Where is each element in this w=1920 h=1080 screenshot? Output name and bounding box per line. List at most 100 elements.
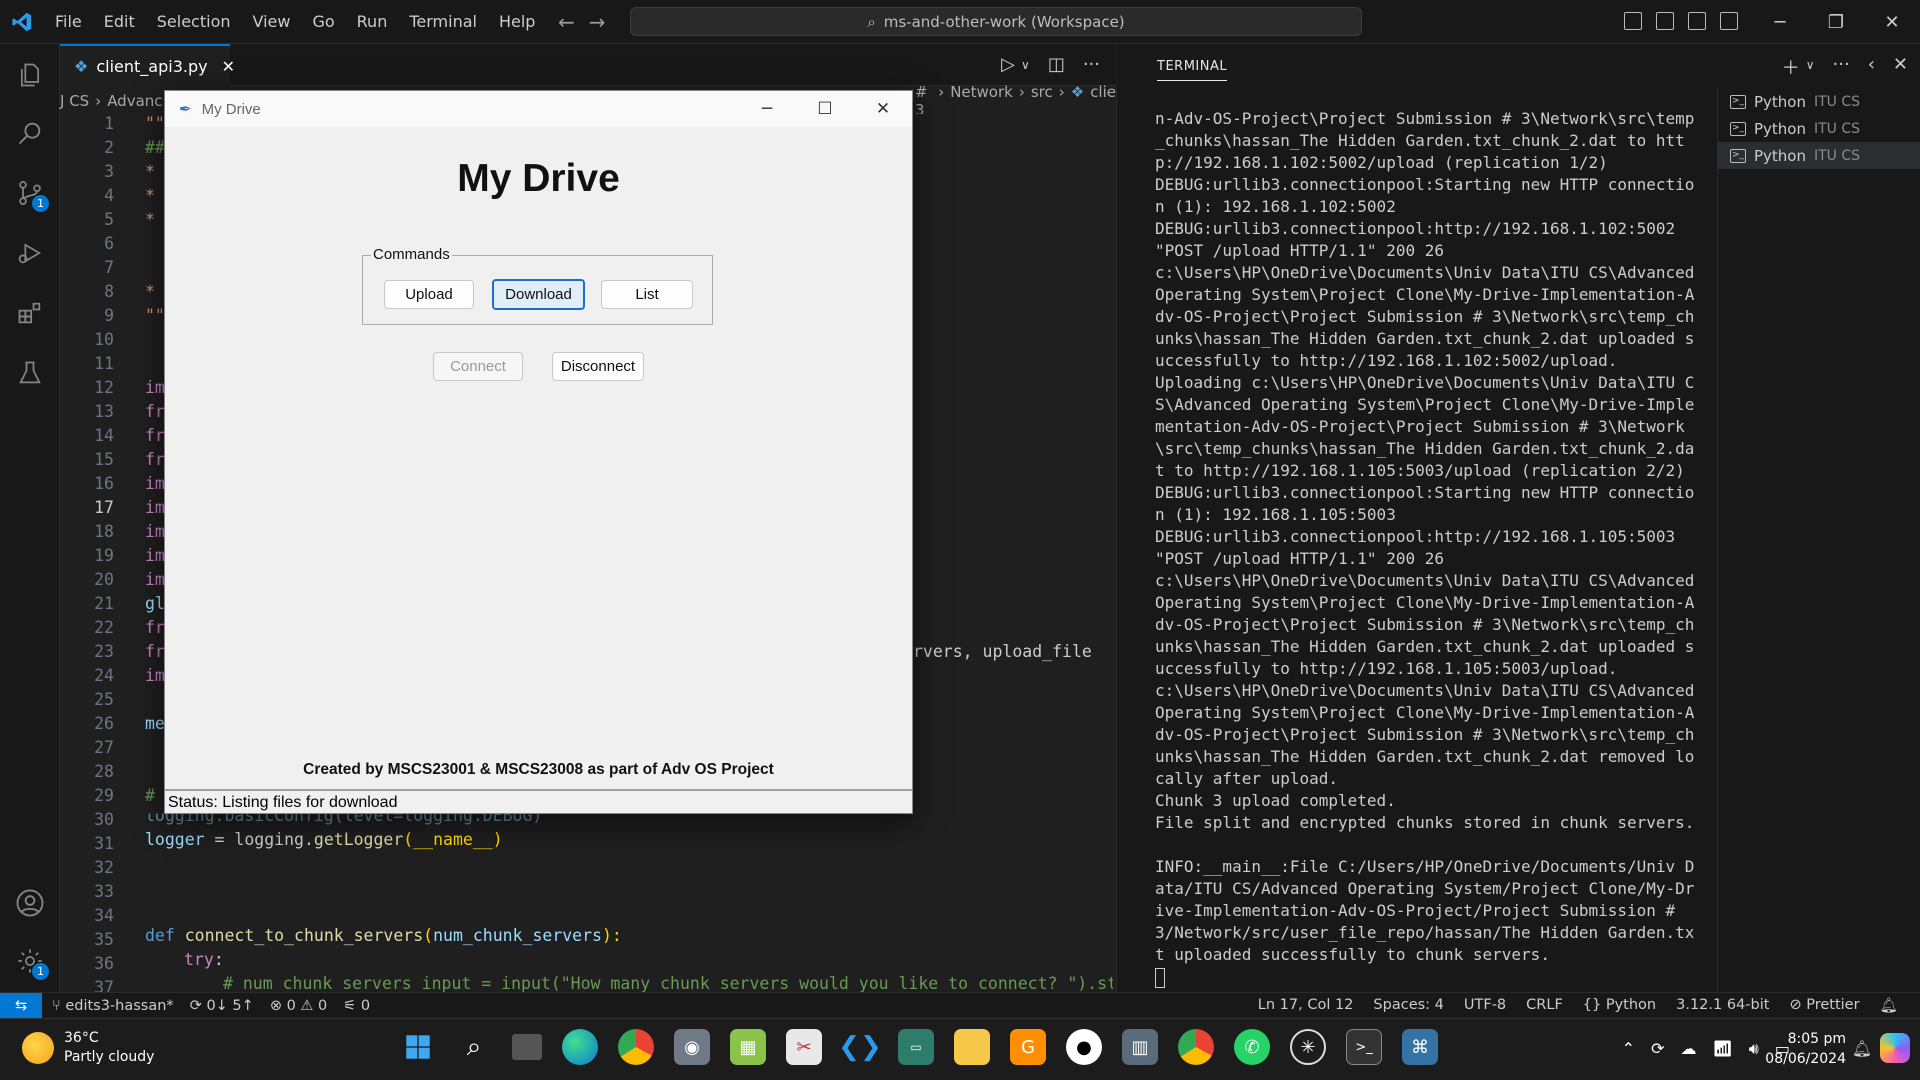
chevron-up-icon[interactable]: ⌃: [1622, 1039, 1635, 1059]
close-panel-icon[interactable]: ✕: [1893, 54, 1908, 80]
more-actions-icon[interactable]: ···: [1083, 54, 1100, 75]
chatgpt-icon[interactable]: ✳: [1290, 1029, 1326, 1065]
python-idle-icon[interactable]: ⌘: [1402, 1029, 1438, 1065]
new-terminal-icon[interactable]: ＋: [1782, 54, 1800, 80]
whatsapp-icon[interactable]: ✆: [1234, 1029, 1270, 1065]
close-icon[interactable]: ✕: [1864, 0, 1920, 44]
customize-layout-icon[interactable]: [1720, 12, 1738, 30]
explorer-icon[interactable]: [0, 50, 60, 100]
clock[interactable]: 8:05 pm 08/06/2024: [1765, 1029, 1846, 1069]
more-actions-icon[interactable]: ···: [1833, 54, 1850, 80]
task-view-icon[interactable]: [512, 1034, 542, 1060]
edge-browser-icon[interactable]: [562, 1029, 598, 1065]
toggle-panel-icon[interactable]: [1656, 12, 1674, 30]
problems-indicator[interactable]: ⊗ 0 ⚠ 0: [270, 998, 327, 1014]
menu-edit[interactable]: Edit: [93, 0, 146, 44]
terminal-output[interactable]: n-Adv-OS-Project\Project Submission # 3\…: [1155, 108, 1700, 988]
commands-group: Commands Upload Download List: [362, 246, 713, 325]
terminal-app-icon[interactable]: ▭: [898, 1029, 934, 1065]
upload-button[interactable]: Upload: [384, 280, 474, 309]
snipping-tool-icon[interactable]: ✂: [786, 1029, 822, 1065]
cursor-position[interactable]: Ln 17, Col 12: [1258, 997, 1354, 1014]
menu-view[interactable]: View: [242, 0, 302, 44]
vscode-taskbar-icon[interactable]: ❮❯: [838, 1029, 882, 1065]
sync-status[interactable]: ⟳ 0↓ 5↑: [190, 998, 254, 1014]
copilot-icon[interactable]: [1880, 1033, 1910, 1063]
taskbar-search-icon[interactable]: ⌕: [456, 1029, 492, 1065]
onedrive-icon[interactable]: ☁: [1680, 1039, 1696, 1059]
run-dropdown-chevron-icon[interactable]: ∨: [1021, 58, 1030, 75]
line-number: 29: [94, 786, 114, 805]
panel-title[interactable]: TERMINAL: [1157, 59, 1228, 81]
toggle-secondary-sidebar-icon[interactable]: [1688, 12, 1706, 30]
back-arrow-icon[interactable]: ←: [558, 10, 575, 34]
menu-go[interactable]: Go: [301, 0, 345, 44]
toggle-sidebar-icon[interactable]: [1624, 12, 1642, 30]
volume-icon[interactable]: 🔊︎: [1749, 1039, 1759, 1059]
connect-button[interactable]: Connect: [433, 352, 523, 381]
line-ending[interactable]: CRLF: [1526, 997, 1563, 1014]
line-number: 7: [104, 258, 114, 277]
weather-widget[interactable]: 36°C Partly cloudy: [22, 1029, 154, 1067]
maximize-icon[interactable]: ☐: [796, 91, 854, 127]
chrome-icon[interactable]: [618, 1029, 654, 1065]
command-center[interactable]: ⌕ ms-and-other-work (Workspace): [630, 7, 1362, 36]
language-mode[interactable]: {} Python: [1583, 997, 1656, 1014]
split-editor-icon[interactable]: ◫: [1048, 54, 1065, 75]
list-button[interactable]: List: [601, 280, 693, 309]
windows-start-icon[interactable]: [400, 1029, 436, 1065]
notification-bell-icon[interactable]: 🔔︎: [1852, 1039, 1872, 1058]
download-button[interactable]: Download: [492, 279, 585, 310]
line-number: 28: [94, 762, 114, 781]
remote-indicator-icon[interactable]: ⇆: [0, 992, 42, 1019]
command-prompt-icon[interactable]: >_: [1346, 1029, 1382, 1065]
menu-help[interactable]: Help: [488, 0, 546, 44]
terminal-dropdown-chevron-icon[interactable]: ∨: [1806, 58, 1815, 80]
prettier-status[interactable]: ⊘ Prettier: [1789, 997, 1859, 1014]
calculator-icon[interactable]: ▥: [1122, 1029, 1158, 1065]
ports-indicator[interactable]: ⚟ 0: [343, 998, 370, 1014]
sync-tray-icon[interactable]: ⟳: [1651, 1039, 1664, 1059]
terminal-tab-item[interactable]: >_ Python ITU CS: [1718, 88, 1920, 115]
minimize-icon[interactable]: ─: [1752, 0, 1808, 44]
terminal-tab-item[interactable]: >_ Python ITU CS: [1718, 115, 1920, 142]
encoding[interactable]: UTF-8: [1464, 997, 1506, 1014]
forward-arrow-icon[interactable]: →: [589, 10, 606, 34]
source-control-icon[interactable]: 1: [0, 168, 60, 218]
line-number: 4: [104, 186, 114, 205]
accounts-icon[interactable]: [0, 878, 60, 928]
terminal-tab-item[interactable]: >_ Python ITU CS: [1718, 142, 1920, 169]
file-explorer-icon[interactable]: [954, 1029, 990, 1065]
menu-file[interactable]: File: [44, 0, 93, 44]
restore-icon[interactable]: ❐: [1808, 0, 1864, 44]
terminal-tab-sub: ITU CS: [1814, 120, 1861, 137]
tab-client-api3[interactable]: ❖ client_api3.py ✕: [60, 44, 235, 86]
tab-close-icon[interactable]: ✕: [222, 57, 235, 76]
minimize-icon[interactable]: ─: [738, 91, 796, 127]
chevron-left-icon[interactable]: ‹: [1868, 54, 1875, 80]
menu-selection[interactable]: Selection: [146, 0, 242, 44]
search-view-icon[interactable]: [0, 108, 60, 158]
image-viewer-icon[interactable]: ▦: [730, 1029, 766, 1065]
docs-app-icon[interactable]: G: [1010, 1029, 1046, 1065]
github-icon[interactable]: ●: [1066, 1029, 1102, 1065]
camera-app-icon[interactable]: ◉: [674, 1029, 710, 1065]
testing-icon[interactable]: [0, 348, 60, 398]
breadcrumb-item[interactable]: Advanc: [107, 92, 162, 110]
chrome-profile-icon[interactable]: [1178, 1029, 1214, 1065]
extensions-icon[interactable]: [0, 288, 60, 338]
menu-terminal[interactable]: Terminal: [398, 0, 488, 44]
git-branch[interactable]: ⑂ edits3-hassan*: [52, 998, 174, 1014]
python-interpreter[interactable]: 3.12.1 64-bit: [1676, 997, 1769, 1014]
breadcrumb-item[interactable]: J CS: [60, 92, 89, 110]
notifications-bell-icon[interactable]: 🔔︎: [1880, 997, 1898, 1014]
wifi-icon[interactable]: 📶︎: [1712, 1039, 1732, 1059]
branch-icon: ⑂: [52, 997, 66, 1014]
close-icon[interactable]: ✕: [854, 91, 912, 127]
disconnect-button[interactable]: Disconnect: [552, 352, 644, 381]
indentation[interactable]: Spaces: 4: [1373, 997, 1443, 1014]
menu-run[interactable]: Run: [346, 0, 399, 44]
run-file-icon[interactable]: ▷: [1001, 54, 1015, 75]
run-debug-icon[interactable]: [0, 228, 60, 278]
settings-gear-icon[interactable]: 1: [0, 936, 60, 986]
